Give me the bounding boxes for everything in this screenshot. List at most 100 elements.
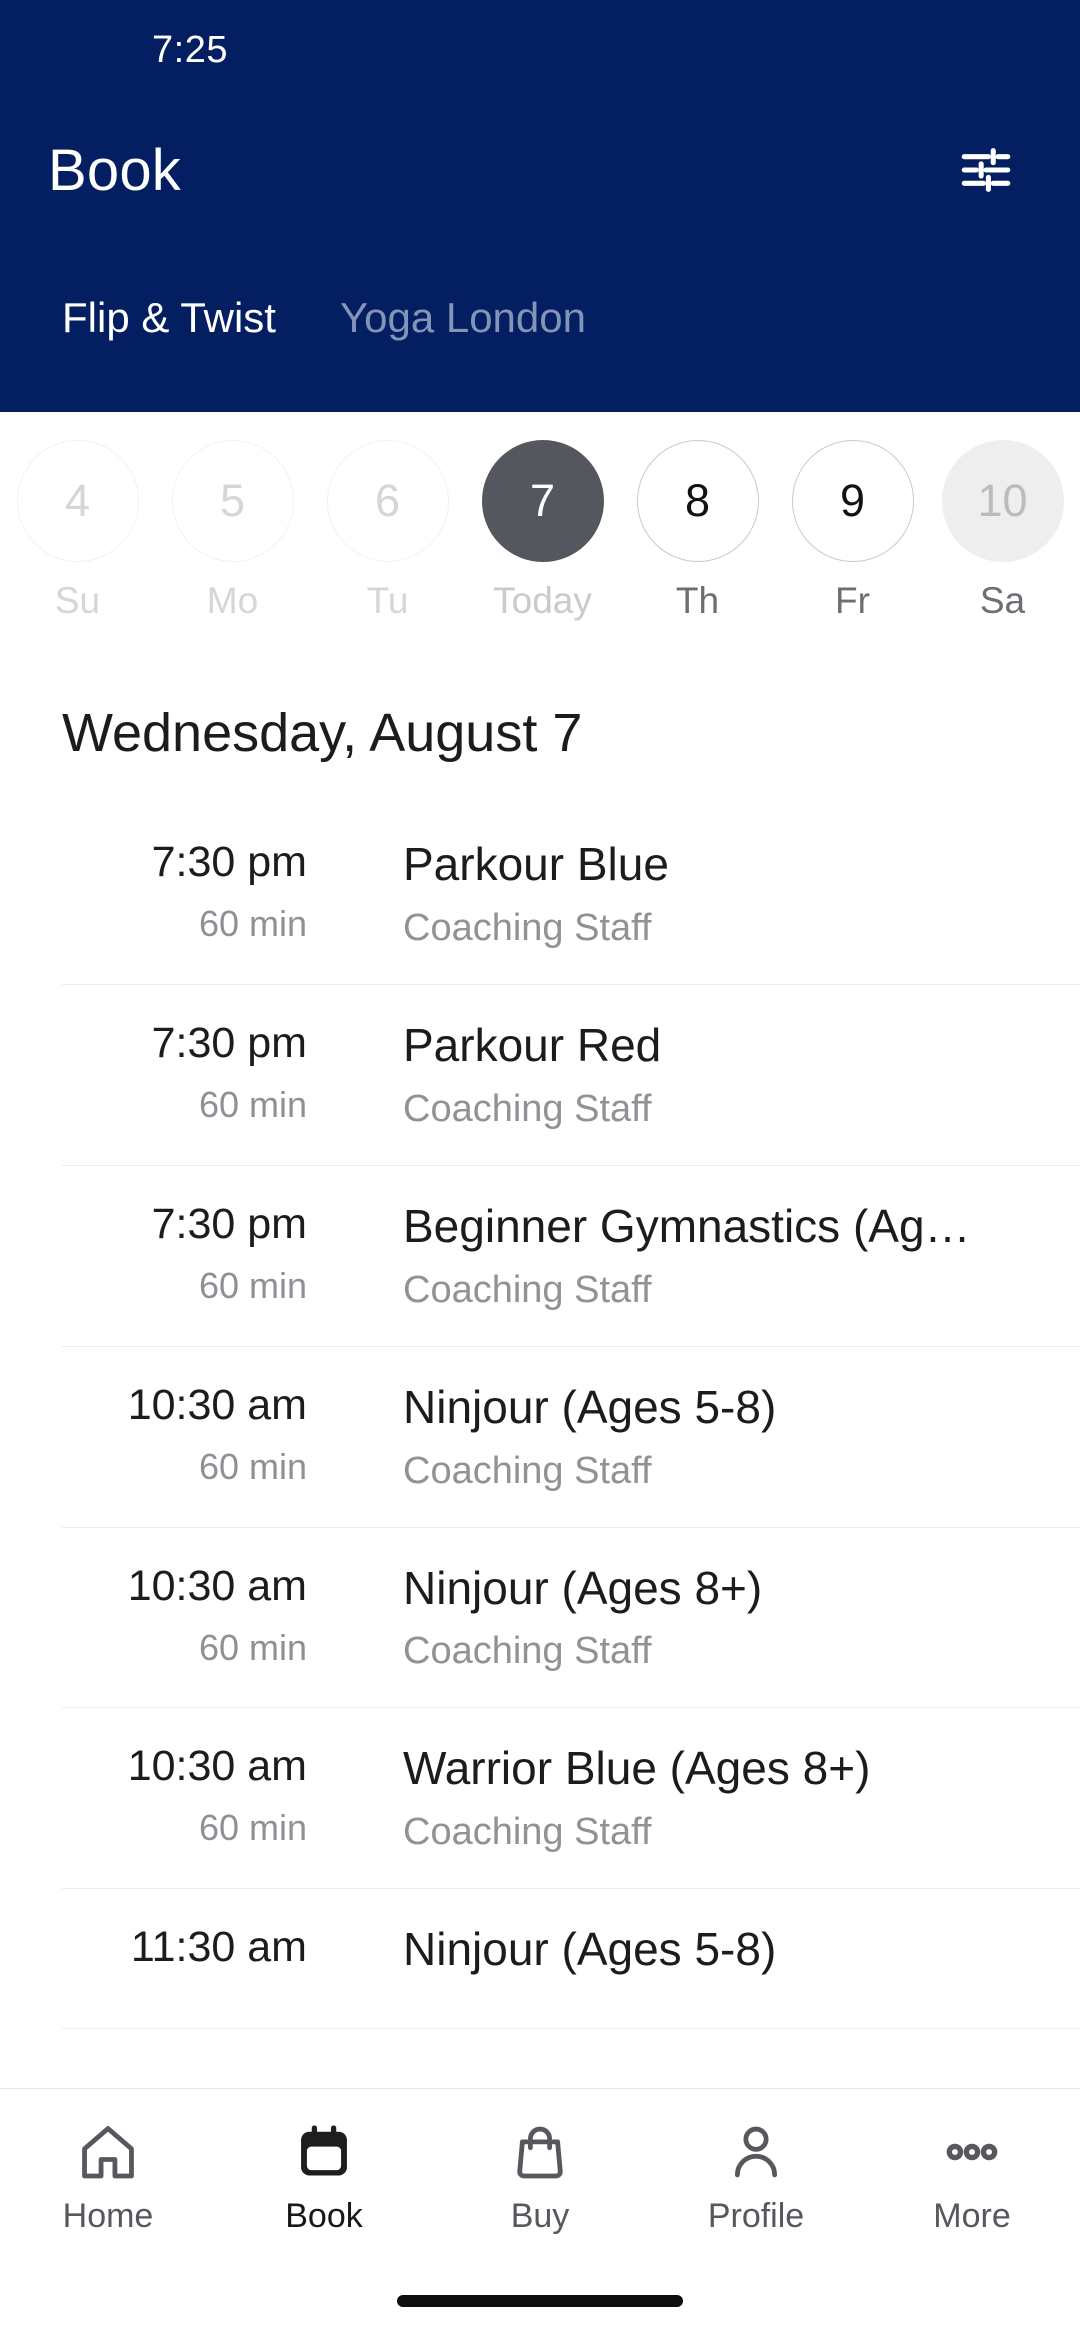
app-screen: 7:25 Book Flip & Twist Yoga London 4 Su … bbox=[0, 0, 1080, 2340]
class-time-block: 7:30 pm 60 min bbox=[62, 1019, 307, 1126]
date-circle-9[interactable]: 9 bbox=[791, 440, 914, 562]
class-time-block: 10:30 am 60 min bbox=[62, 1381, 307, 1488]
table-row[interactable]: 10:30 am 60 min Ninjour (Ages 5-8) Coach… bbox=[62, 1347, 1080, 1528]
table-row[interactable]: 11:30 am Ninjour (Ages 5-8) bbox=[62, 1889, 1080, 2030]
date-cell-10[interactable]: 10 Sa bbox=[930, 440, 1075, 622]
status-bar-clock: 7:25 bbox=[152, 28, 228, 71]
date-weekday-9: Fr bbox=[835, 580, 870, 621]
date-cell-8[interactable]: 8 Th bbox=[620, 440, 775, 622]
filter-button[interactable] bbox=[946, 130, 1026, 210]
nav-item-profile[interactable]: Profile bbox=[648, 2115, 864, 2236]
home-icon bbox=[76, 2115, 140, 2189]
date-weekday-6: Tu bbox=[366, 580, 409, 621]
class-title: Ninjour (Ages 5-8) bbox=[403, 1380, 777, 1433]
date-selector-strip[interactable]: 4 Su 5 Mo 6 Tu 7 Today 8 Th 9 Fr 10 Sa bbox=[0, 412, 1080, 638]
schedule-date-heading: Wednesday, August 7 bbox=[62, 703, 583, 763]
table-row[interactable]: 7:30 pm 60 min Beginner Gymnastics (Ag… … bbox=[62, 1166, 1080, 1347]
class-time-block: 10:30 am 60 min bbox=[62, 1562, 307, 1669]
table-row[interactable]: 7:30 pm 60 min Parkour Blue Coaching Sta… bbox=[62, 804, 1080, 985]
class-title: Warrior Blue (Ages 8+) bbox=[403, 1742, 871, 1795]
date-circle-6[interactable]: 6 bbox=[326, 440, 449, 562]
class-start-time: 7:30 pm bbox=[151, 1018, 307, 1067]
date-cell-6[interactable]: 6 Tu bbox=[310, 440, 465, 622]
class-info-block: Ninjour (Ages 5-8) Coaching Staff bbox=[307, 1381, 1026, 1493]
calendar-icon bbox=[292, 2115, 356, 2189]
nav-label-home: Home bbox=[62, 2197, 154, 2235]
class-info-block: Ninjour (Ages 5-8) bbox=[307, 1923, 1026, 1992]
home-indicator[interactable] bbox=[397, 2295, 683, 2307]
class-duration: 60 min bbox=[198, 903, 307, 944]
class-time-block: 7:30 pm 60 min bbox=[62, 1200, 307, 1307]
table-row[interactable]: 10:30 am 60 min Ninjour (Ages 8+) Coachi… bbox=[62, 1528, 1080, 1709]
nav-item-book[interactable]: Book bbox=[216, 2115, 432, 2236]
class-instructor: Coaching Staff bbox=[403, 1268, 652, 1311]
class-info-block: Warrior Blue (Ages 8+) Coaching Staff bbox=[307, 1742, 1026, 1854]
class-duration: 60 min bbox=[198, 1264, 307, 1306]
date-circle-4[interactable]: 4 bbox=[16, 440, 139, 562]
nav-label-more: More bbox=[933, 2197, 1011, 2235]
class-title: Beginner Gymnastics (Ag… bbox=[403, 1199, 971, 1252]
ellipsis-icon bbox=[940, 2115, 1004, 2189]
table-row[interactable]: 7:30 pm 60 min Parkour Red Coaching Staf… bbox=[62, 985, 1080, 1166]
class-instructor: Coaching Staff bbox=[403, 1087, 652, 1130]
date-cell-5[interactable]: 5 Mo bbox=[155, 440, 310, 622]
date-cell-7-today[interactable]: 7 Today bbox=[465, 440, 620, 622]
class-duration: 60 min bbox=[198, 1626, 307, 1668]
class-instructor: Coaching Staff bbox=[403, 1811, 652, 1854]
nav-item-buy[interactable]: Buy bbox=[432, 2115, 648, 2236]
date-weekday-10: Sa bbox=[979, 580, 1026, 621]
date-weekday-5: Mo bbox=[206, 580, 259, 621]
date-weekday-7: Today bbox=[493, 580, 592, 621]
tab-flip-and-twist[interactable]: Flip & Twist bbox=[30, 294, 308, 380]
location-tabs: Flip & Twist Yoga London bbox=[0, 240, 1080, 380]
class-duration: 60 min bbox=[198, 1807, 307, 1849]
home-indicator-area bbox=[0, 2276, 1080, 2340]
class-time-block: 11:30 am bbox=[62, 1923, 307, 1988]
person-icon bbox=[724, 2115, 788, 2189]
class-info-block: Parkour Red Coaching Staff bbox=[307, 1019, 1026, 1131]
class-duration: 60 min bbox=[198, 1445, 307, 1487]
class-start-time: 10:30 am bbox=[127, 1561, 307, 1610]
class-info-block: Ninjour (Ages 8+) Coaching Staff bbox=[307, 1562, 1026, 1674]
date-circle-7-selected[interactable]: 7 bbox=[481, 440, 604, 562]
date-cell-4[interactable]: 4 Su bbox=[0, 440, 155, 622]
date-circle-10[interactable]: 10 bbox=[941, 440, 1064, 562]
page-title: Book bbox=[48, 137, 181, 203]
class-info-block: Beginner Gymnastics (Ag… Coaching Staff bbox=[307, 1200, 1026, 1312]
class-title: Parkour Blue bbox=[403, 838, 669, 890]
title-bar: Book bbox=[0, 100, 1080, 240]
bag-icon bbox=[508, 2115, 572, 2189]
nav-item-home[interactable]: Home bbox=[0, 2115, 216, 2236]
schedule-list-container[interactable]: Wednesday, August 7 7:30 pm 60 min Parko… bbox=[0, 638, 1080, 2088]
sliders-filter-icon bbox=[961, 148, 1011, 192]
nav-label-buy: Buy bbox=[510, 2197, 570, 2235]
date-circle-8[interactable]: 8 bbox=[636, 440, 759, 562]
status-bar: 7:25 bbox=[0, 0, 1080, 100]
class-start-time: 7:30 pm bbox=[151, 1199, 307, 1248]
app-header: 7:25 Book Flip & Twist Yoga London bbox=[0, 0, 1080, 412]
nav-item-more[interactable]: More bbox=[864, 2115, 1080, 2236]
nav-label-book: Book bbox=[285, 2197, 363, 2235]
class-start-time: 10:30 am bbox=[127, 1742, 307, 1791]
class-instructor: Coaching Staff bbox=[403, 1449, 652, 1492]
class-time-block: 10:30 am 60 min bbox=[62, 1742, 307, 1849]
class-title: Parkour Red bbox=[403, 1018, 662, 1071]
tab-yoga-london[interactable]: Yoga London bbox=[308, 294, 618, 380]
class-title: Ninjour (Ages 5-8) bbox=[403, 1923, 777, 1976]
bottom-navigation-bar: Home Book Buy Profile More bbox=[0, 2088, 1080, 2276]
class-time-block: 7:30 pm 60 min bbox=[62, 838, 307, 945]
class-duration: 60 min bbox=[198, 1083, 307, 1125]
date-circle-5[interactable]: 5 bbox=[171, 440, 294, 562]
class-info-block: Parkour Blue Coaching Staff bbox=[307, 838, 1026, 950]
class-title: Ninjour (Ages 8+) bbox=[403, 1561, 763, 1614]
class-start-time: 10:30 am bbox=[127, 1380, 307, 1429]
date-weekday-4: Su bbox=[54, 580, 101, 621]
class-instructor: Coaching Staff bbox=[403, 1630, 652, 1673]
nav-label-profile: Profile bbox=[707, 2197, 805, 2235]
class-start-time: 7:30 pm bbox=[151, 838, 307, 886]
class-start-time: 11:30 am bbox=[130, 1923, 307, 1972]
class-instructor: Coaching Staff bbox=[403, 906, 652, 949]
table-row[interactable]: 10:30 am 60 min Warrior Blue (Ages 8+) C… bbox=[62, 1708, 1080, 1890]
class-list: 7:30 pm 60 min Parkour Blue Coaching Sta… bbox=[0, 804, 1080, 2030]
date-cell-9[interactable]: 9 Fr bbox=[775, 440, 930, 622]
